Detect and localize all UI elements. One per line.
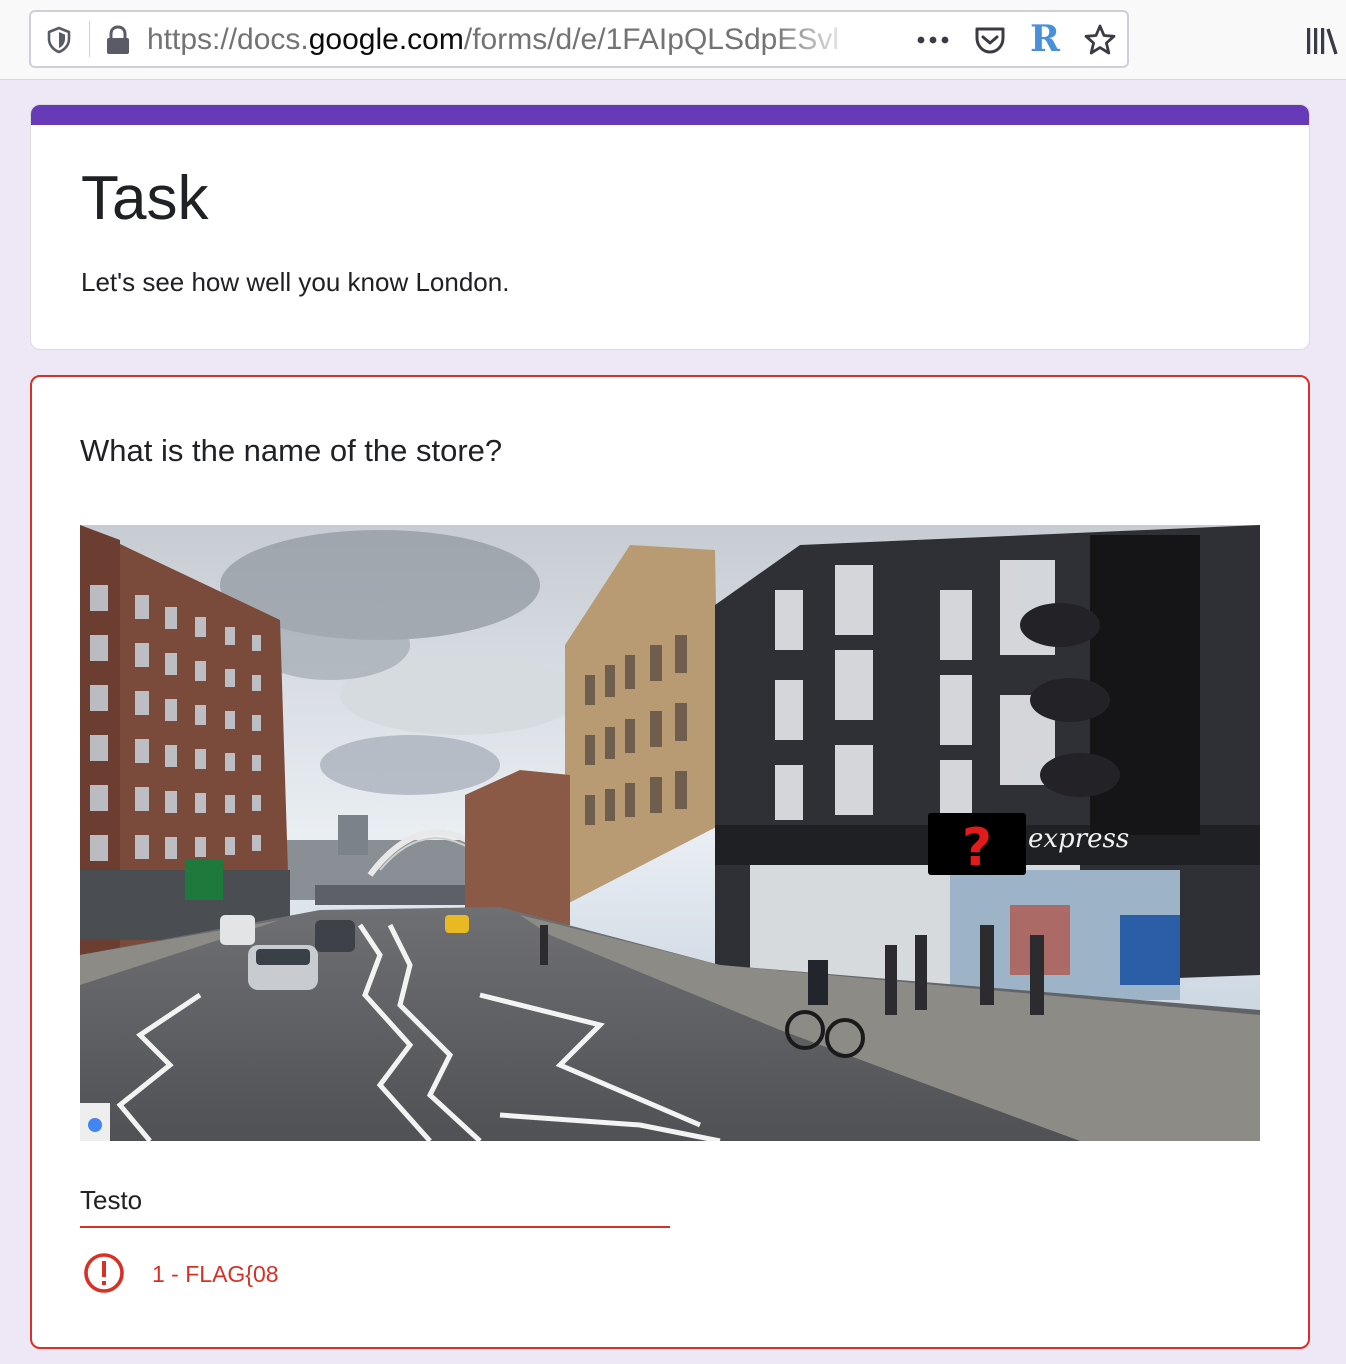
- answer-underline: [80, 1226, 670, 1228]
- header-accent-band: [31, 105, 1309, 125]
- more-actions-icon[interactable]: [915, 26, 951, 54]
- url-domain: google.com: [308, 23, 464, 56]
- url-separator: [89, 21, 90, 57]
- form-title: Task: [81, 164, 209, 233]
- tracking-protection-shield-icon[interactable]: [45, 26, 73, 54]
- question-title: What is the name of the store?: [80, 433, 503, 468]
- store-sign-text: express: [1028, 824, 1129, 854]
- error-alert-icon: [84, 1253, 124, 1293]
- answer-input[interactable]: Testo: [80, 1183, 142, 1217]
- url-text[interactable]: https://docs.google.com/forms/d/e/1FAIpQ…: [147, 22, 857, 58]
- validation-error-message: 1 - FLAG{08: [152, 1261, 279, 1287]
- question-mark-marker: ?: [962, 818, 992, 878]
- library-icon[interactable]: [1304, 24, 1340, 58]
- question-card: What is the name of the store? express ?…: [30, 375, 1310, 1349]
- extension-r-icon[interactable]: R: [1029, 18, 1061, 60]
- question-image-street-view: express ?: [80, 525, 1260, 1141]
- form-header-card: Task Let's see how well you know London.: [30, 104, 1310, 350]
- url-prefix: https://docs.: [147, 23, 309, 56]
- pocket-icon[interactable]: [973, 24, 1007, 56]
- form-description: Let's see how well you know London.: [81, 267, 510, 297]
- url-path: /forms/d/e/1FAIpQLSdpESvl: [463, 23, 840, 56]
- browser-toolbar: https://docs.google.com/forms/d/e/1FAIpQ…: [0, 0, 1346, 80]
- bookmark-star-icon[interactable]: [1083, 23, 1117, 57]
- lock-icon[interactable]: [103, 24, 133, 56]
- url-bar[interactable]: https://docs.google.com/forms/d/e/1FAIpQ…: [29, 10, 1129, 68]
